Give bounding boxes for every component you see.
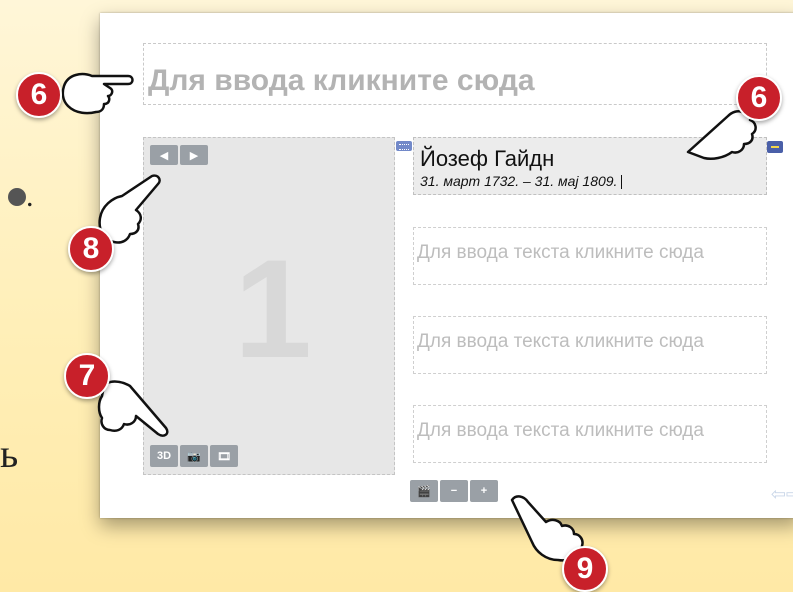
editor-window: Для ввода кликните сюда 1 ◀ ▶ 3D 📷 🎞 Йоз…	[100, 13, 793, 518]
person-dates: 31. март 1732. – 31. мај 1809.	[420, 173, 766, 190]
callout-6-left: 6	[16, 72, 62, 118]
clapper-button[interactable]: 🎬	[410, 480, 438, 502]
next-button[interactable]: ▶	[180, 145, 208, 165]
prev-button[interactable]: ◀	[150, 145, 178, 165]
text-toolbar: 🎬 − +	[410, 480, 498, 502]
keyboard-icon[interactable]	[396, 141, 412, 151]
background-text-fragment-2: ь	[0, 431, 19, 476]
text-caret	[621, 175, 623, 190]
callout-8: 8	[68, 226, 114, 272]
media-panel[interactable]: 1 ◀ ▶ 3D 📷 🎞	[143, 137, 395, 475]
callout-7: 7	[64, 353, 110, 399]
film-button[interactable]: 🎞	[210, 445, 238, 467]
right-arrow-icon[interactable]: ⇨	[786, 484, 793, 504]
text-box-4[interactable]: Для ввода текста кликните сюда	[413, 405, 767, 463]
plus-button[interactable]: +	[470, 480, 498, 502]
page-nav-arrows[interactable]: ⇦⇨	[771, 484, 793, 505]
hand-pointer-icon	[61, 72, 134, 115]
callout-6-right: 6	[736, 75, 782, 121]
title-input[interactable]: Для ввода кликните сюда	[143, 43, 767, 105]
text-box-2[interactable]: Для ввода текста кликните сюда	[413, 227, 767, 285]
media-nav: ◀ ▶	[150, 145, 208, 165]
background-text-fragment: .	[0, 166, 48, 216]
3d-button[interactable]: 3D	[150, 445, 178, 467]
photo-button[interactable]: 📷	[180, 445, 208, 467]
bullet-icon	[8, 188, 26, 206]
callout-9: 9	[562, 546, 608, 592]
slide-number: 1	[234, 230, 312, 387]
text-box-3[interactable]: Для ввода текста кликните сюда	[413, 316, 767, 374]
minus-button[interactable]: −	[440, 480, 468, 502]
left-arrow-icon[interactable]: ⇦	[771, 484, 786, 504]
media-toolbar: 3D 📷 🎞	[150, 445, 238, 467]
